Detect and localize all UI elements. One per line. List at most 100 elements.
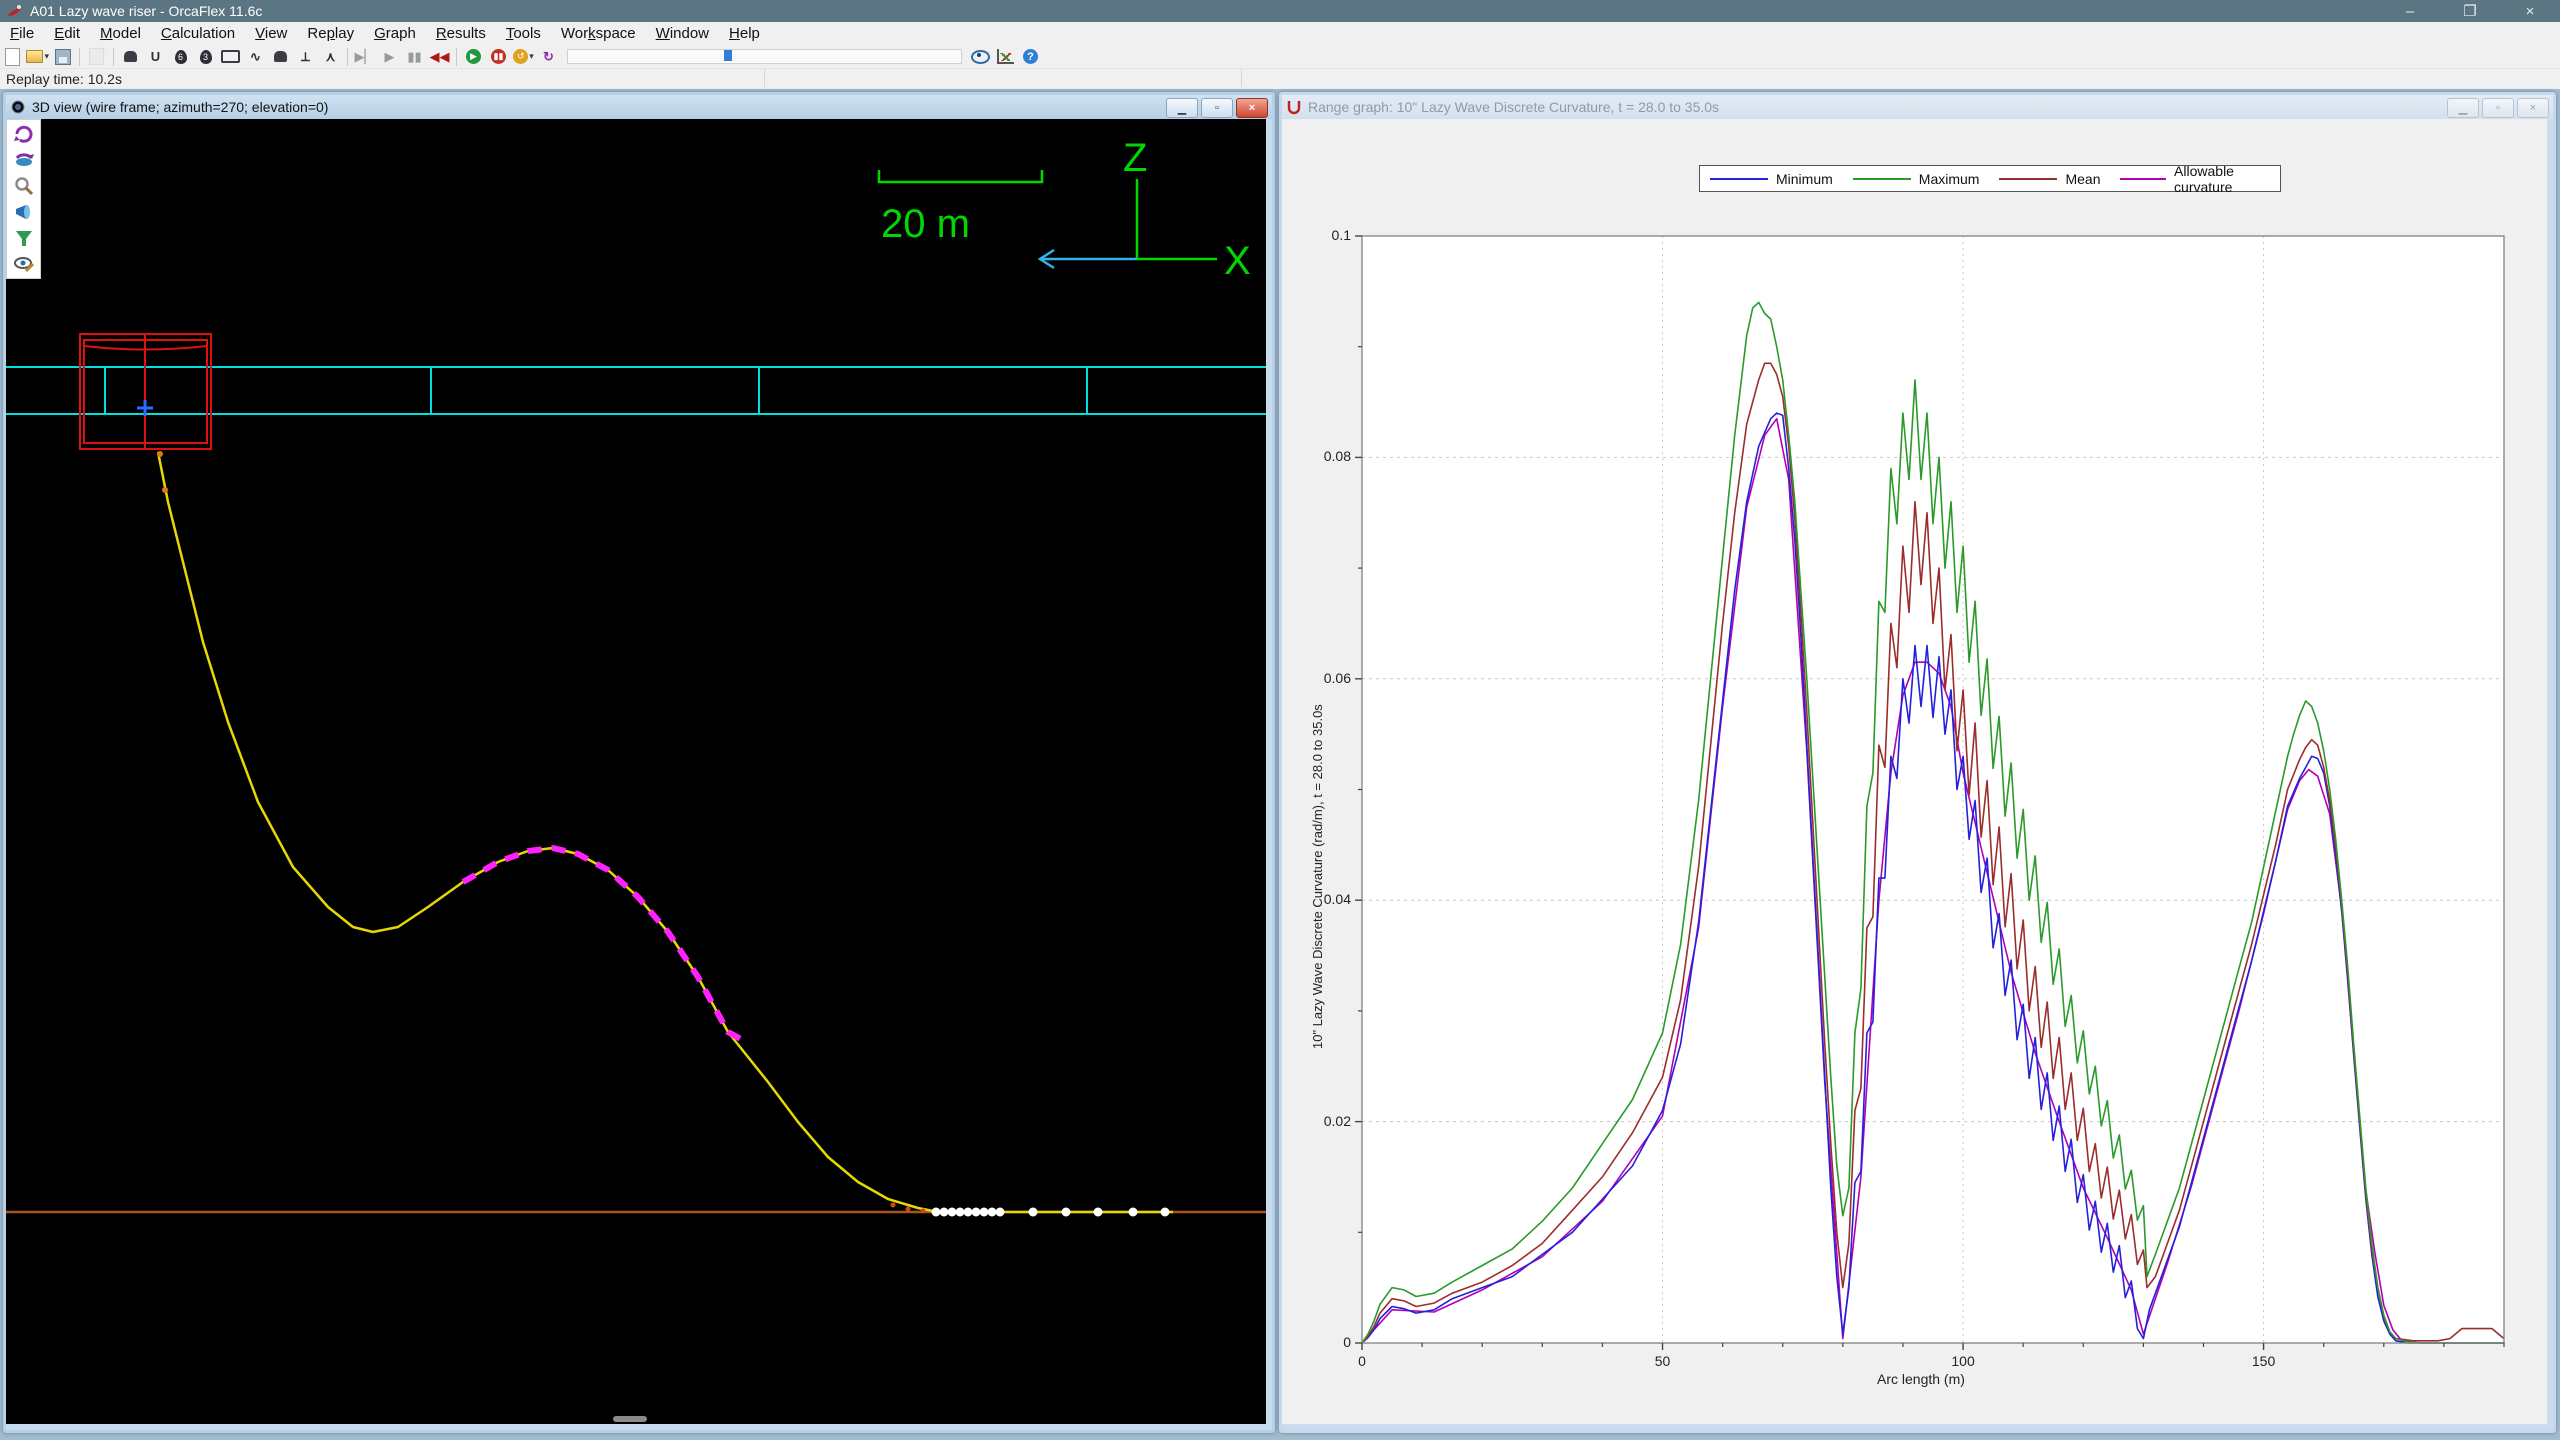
view3d-restore-button[interactable]: ▫ — [1201, 98, 1233, 118]
menu-edit[interactable]: Edit — [44, 23, 90, 44]
view-direction-arrow — [1037, 248, 1137, 270]
copy-icon[interactable] — [85, 47, 108, 67]
view3d-scroll-handle[interactable] — [613, 1416, 647, 1422]
plot-background — [1362, 236, 2504, 1343]
new-6d-buoy-button: 6 — [174, 49, 187, 64]
reset-button-dropdown[interactable]: ▾ — [529, 51, 534, 62]
new-line-icon[interactable]: U — [144, 47, 167, 67]
new-constraint-icon[interactable]: ⟂ — [294, 47, 317, 67]
range-graph-restore-button[interactable]: ▫ — [2482, 98, 2514, 118]
graph-icon[interactable] — [994, 47, 1017, 67]
view-parameters-button — [971, 49, 990, 64]
legend-label: Mean — [2065, 170, 2101, 187]
view3d-close-button[interactable]: × — [1236, 98, 1268, 118]
menu-view[interactable]: View — [245, 23, 297, 44]
orcaflex-application: A01 Lazy wave riser - OrcaFlex 11.6c – ❐… — [0, 0, 2560, 1440]
new-6d-buoy-icon[interactable]: 6 — [169, 47, 192, 67]
vessel-wireframe[interactable] — [79, 333, 212, 450]
menu-help[interactable]: Help — [719, 23, 770, 44]
replay-position-slider[interactable] — [567, 49, 962, 64]
range-graph-close-button[interactable]: × — [2517, 98, 2549, 118]
view3d-toolbar — [6, 119, 41, 279]
new-vessel-button — [124, 51, 137, 62]
new-attachment-icon[interactable]: ⋏ — [319, 47, 342, 67]
x-tick-label: 50 — [1654, 1353, 1671, 1369]
skip-to-end-icon[interactable]: ▶▏ — [353, 47, 376, 67]
open-model-icon[interactable]: ▾ — [26, 47, 49, 67]
menu-results[interactable]: Results — [426, 23, 496, 44]
menu-model[interactable]: Model — [90, 23, 151, 44]
x-tick-label: 150 — [2251, 1353, 2276, 1369]
y-tick-label: 0.1 — [1331, 227, 1351, 243]
new-3d-buoy-icon[interactable]: 3 — [194, 47, 217, 67]
app-titlebar: A01 Lazy wave riser - OrcaFlex 11.6c – ❐… — [0, 0, 2560, 22]
legend-swatch — [2120, 177, 2167, 180]
run-simulation-icon[interactable]: ▶ — [462, 47, 485, 67]
new-shape-button — [274, 51, 287, 62]
pause-simulation-icon[interactable]: ▮▮ — [487, 47, 510, 67]
view-direction-icon[interactable] — [13, 201, 35, 223]
menu-tools[interactable]: Tools — [496, 23, 551, 44]
range-graph-titlebar[interactable]: Range graph: 10" Lazy Wave Discrete Curv… — [1282, 95, 2553, 119]
view3d-window-icon — [11, 100, 25, 114]
legend-item-mean: Mean — [1989, 171, 2110, 187]
view3d-minimize-button[interactable]: ▁ — [1166, 98, 1198, 118]
refresh-workspace-icon[interactable]: ↻ — [537, 47, 560, 67]
status-separator — [1241, 69, 1242, 87]
x-tick-label: 100 — [1951, 1353, 1975, 1369]
app-close-button[interactable]: × — [2500, 0, 2560, 22]
view3d-scene: 20 m Z X — [6, 136, 1266, 1422]
buoyancy-section — [461, 844, 743, 1042]
edit-view-icon[interactable] — [13, 253, 35, 275]
rotate-view-icon[interactable] — [13, 123, 35, 145]
chart-plot — [1355, 235, 2505, 1350]
menu-file[interactable]: File — [0, 23, 44, 44]
main-toolbar: ▾ U 6 3 ∿ ⟂ ⋏ ▶▏ ▶ ▮▮ ◀◀ ▶ ▮▮ ↺ ▾ ↻? — [0, 45, 2560, 69]
view3d-titlebar[interactable]: 3D view (wire frame; azimuth=270; elevat… — [6, 95, 1272, 119]
menu-bar: File Edit Model Calculation View Replay Graph R… — [0, 22, 2560, 45]
open-model-button-dropdown[interactable]: ▾ — [44, 51, 49, 62]
toolbar-separator — [79, 47, 80, 66]
legend-label: Allowable curvature — [2174, 162, 2234, 195]
range-graph-canvas[interactable]: Minimum Maximum Mean Allowable curvature 10… — [1282, 119, 2547, 1424]
menu-workspace[interactable]: Workspace — [551, 23, 646, 44]
view3d-title: 3D view (wire frame; azimuth=270; elevat… — [32, 99, 329, 115]
save-model-icon[interactable] — [51, 47, 74, 67]
help-icon[interactable]: ? — [1019, 47, 1042, 67]
legend-swatch — [1999, 177, 2058, 180]
zoom-icon[interactable] — [13, 175, 35, 197]
app-restore-button[interactable]: ❐ — [2440, 0, 2500, 22]
replay-slider-thumb[interactable] — [724, 50, 733, 61]
play-icon[interactable]: ▶ — [378, 47, 401, 67]
legend-label: Maximum — [1918, 170, 1980, 187]
filter-icon[interactable] — [13, 227, 35, 249]
menu-replay[interactable]: Replay — [297, 23, 364, 44]
replay-rewind-icon[interactable]: ◀◀ — [428, 47, 451, 67]
y-tick-label: 0.02 — [1323, 1112, 1351, 1129]
new-model-icon[interactable] — [1, 47, 24, 67]
menu-graph[interactable]: Graph — [364, 23, 426, 44]
new-link-icon[interactable]: ∿ — [244, 47, 267, 67]
orcaflex-app-icon — [8, 5, 21, 16]
reset-icon[interactable]: ↺ ▾ — [512, 47, 535, 67]
new-shape-icon[interactable] — [269, 47, 292, 67]
y-tick-label: 0 — [1343, 1334, 1351, 1350]
menu-window[interactable]: Window — [646, 23, 719, 44]
range-graph-minimize-button[interactable]: ▁ — [2447, 98, 2479, 118]
spin-view-icon[interactable] — [13, 149, 35, 171]
menu-calculation[interactable]: Calculation — [151, 23, 245, 44]
reset-button: ↺ — [513, 49, 529, 64]
sea-surface — [6, 366, 1266, 415]
range-graph-window-icon — [1287, 101, 1301, 115]
new-winch-icon[interactable] — [219, 47, 242, 67]
pause-icon[interactable]: ▮▮ — [403, 47, 426, 67]
open-model-button — [26, 50, 44, 63]
view-parameters-icon[interactable] — [969, 47, 992, 67]
range-graph-title: Range graph: 10" Lazy Wave Discrete Curv… — [1308, 99, 1720, 115]
legend-label: Minimum — [1776, 170, 1833, 187]
new-vessel-icon[interactable] — [119, 47, 142, 67]
app-minimize-button[interactable]: – — [2380, 0, 2440, 22]
scale-bar-label: 20 m — [881, 202, 970, 246]
legend-swatch — [1852, 177, 1911, 180]
view3d-canvas[interactable]: 20 m Z X — [6, 119, 1266, 1424]
